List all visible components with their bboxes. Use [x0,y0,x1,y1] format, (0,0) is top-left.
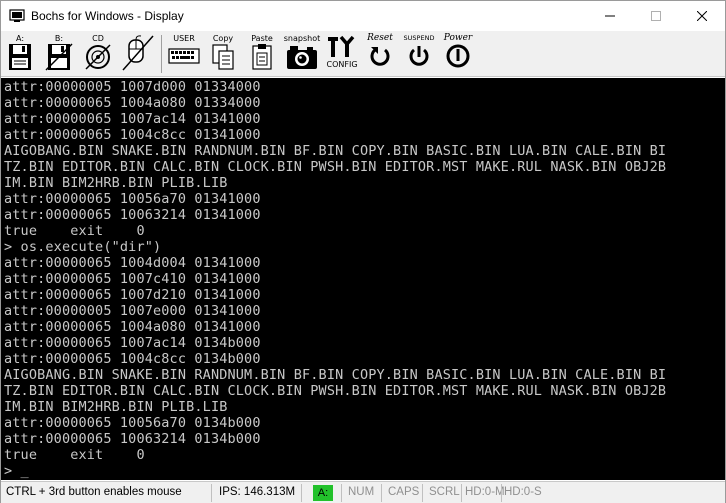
mouse-hint-text: CTRL + 3rd button enables mouse [6,486,182,498]
console-line: attr:00000065 10063214 01341000 [4,207,261,223]
console-line: attr:00000065 1004c8cc 0134b000 [4,351,261,367]
cdrom-button[interactable]: CD [83,34,113,74]
maximize-button[interactable] [633,1,679,31]
status-separator [301,484,302,502]
power-label: Power [443,33,473,43]
console-line: attr:00000065 1007ac14 01341000 [4,111,261,127]
console-line: attr:00000065 1004a080 01341000 [4,319,261,335]
console-line: TZ.BIN EDITOR.BIN CALC.BIN CLOCK.BIN PWS… [4,383,667,399]
bochs-app-icon [9,9,25,22]
user-button[interactable]: USER [167,34,201,74]
suspend-icon [409,46,429,66]
floppy-a-icon [9,44,31,70]
paste-button[interactable]: Paste [247,34,277,74]
copy-button[interactable]: Copy [209,34,237,74]
minimize-button[interactable] [587,1,633,31]
console-line: AIGOBANG.BIN SNAKE.BIN RANDNUM.BIN BF.BI… [4,143,667,159]
console-line: attr:00000005 1007d000 01334000 [4,79,261,95]
reset-button[interactable]: Reset [363,34,397,74]
close-button[interactable] [679,1,725,31]
snapshot-button[interactable]: snapshot [283,34,321,74]
paste-icon [252,44,272,70]
console-line: attr:00000065 10056a70 01341000 [4,191,261,207]
floppy-a-label: A: [15,34,25,43]
power-icon [446,44,470,68]
minimize-icon [605,15,615,17]
window-title: Bochs for Windows - Display [31,9,184,23]
console-line: attr:00000065 1004d004 01341000 [4,255,261,271]
floppy-b-button[interactable]: B: [45,34,73,74]
status-bar: CTRL + 3rd button enables mouse IPS: 146… [1,481,725,503]
status-separator [422,484,423,502]
num-lock-indicator: NUM [348,486,375,498]
console-line: attr:00000005 1007e000 01341000 [4,303,261,319]
scroll-lock-indicator: SCRL [429,486,460,498]
hd0-master-indicator: HD:0-M [465,486,505,498]
reset-label: Reset [367,33,393,43]
console-line: IM.BIN BIM2HRB.BIN PLIB.LIB [4,399,228,415]
copy-label: Copy [212,34,234,43]
cdrom-icon [85,44,111,70]
reset-icon [370,47,390,66]
console-line: TZ.BIN EDITOR.BIN CALC.BIN CLOCK.BIN PWS… [4,159,667,175]
console-line: attr:00000065 1004c8cc 01341000 [4,127,261,143]
mouse-toggle-button[interactable] [121,34,155,74]
mouse-icon [122,35,154,71]
user-label: USER [173,34,195,43]
bochs-window: Bochs for Windows - Display A: B: CD USE… [0,0,726,503]
floppy-a-button[interactable]: A: [7,34,33,74]
config-button[interactable]: CONFIG [325,34,359,74]
camera-icon [287,46,317,69]
floppy-b-label: B: [54,34,64,43]
status-separator [461,484,462,502]
suspend-button[interactable]: SUSPEND [401,34,437,74]
console-line: attr:00000065 1007d210 01341000 [4,287,261,303]
console-line: > _ [4,463,29,479]
power-button[interactable]: Power [441,34,475,74]
console-line: AIGOBANG.BIN SNAKE.BIN RANDNUM.BIN BF.BI… [4,367,667,383]
status-separator [501,484,502,502]
console-line: attr:00000065 1004a080 01334000 [4,95,261,111]
console-line: true exit 0 [4,447,145,463]
config-label: CONFIG [326,60,358,69]
console-line: attr:00000065 1007ac14 0134b000 [4,335,261,351]
suspend-label: SUSPEND [403,34,435,42]
console-line: IM.BIN BIM2HRB.BIN PLIB.LIB [4,175,228,191]
console-line: > os.execute("dir") [4,239,162,255]
floppy-b-icon [45,43,73,71]
ips-indicator: IPS: 146.313M [219,486,296,498]
status-separator [211,484,212,502]
paste-label: Paste [251,34,273,43]
console-line: true exit 0 [4,223,145,239]
console-line: attr:00000065 1007c410 01341000 [4,271,261,287]
cdrom-label: CD [92,34,104,43]
config-icon [328,35,355,57]
maximize-icon [651,11,661,21]
drive-a-led: A: [313,485,333,501]
console-line: attr:00000065 10063214 0134b000 [4,431,261,447]
status-separator [381,484,382,502]
title-bar[interactable]: Bochs for Windows - Display [1,1,725,31]
hd0-slave-indicator: HD:0-S [504,486,542,498]
caps-lock-indicator: CAPS [388,486,420,498]
snapshot-label: snapshot [283,34,321,43]
console-line: attr:00000065 10056a70 0134b000 [4,415,261,431]
copy-icon [212,44,234,70]
toolbar: A: B: CD USER Copy Paste snapshot CONFIG… [1,31,725,77]
console-display[interactable]: attr:00000005 1007d000 01334000 attr:0000… [1,78,725,480]
toolbar-separator [161,35,162,73]
user-keyboard-icon [168,48,200,64]
status-separator [341,484,342,502]
close-icon [697,11,707,21]
